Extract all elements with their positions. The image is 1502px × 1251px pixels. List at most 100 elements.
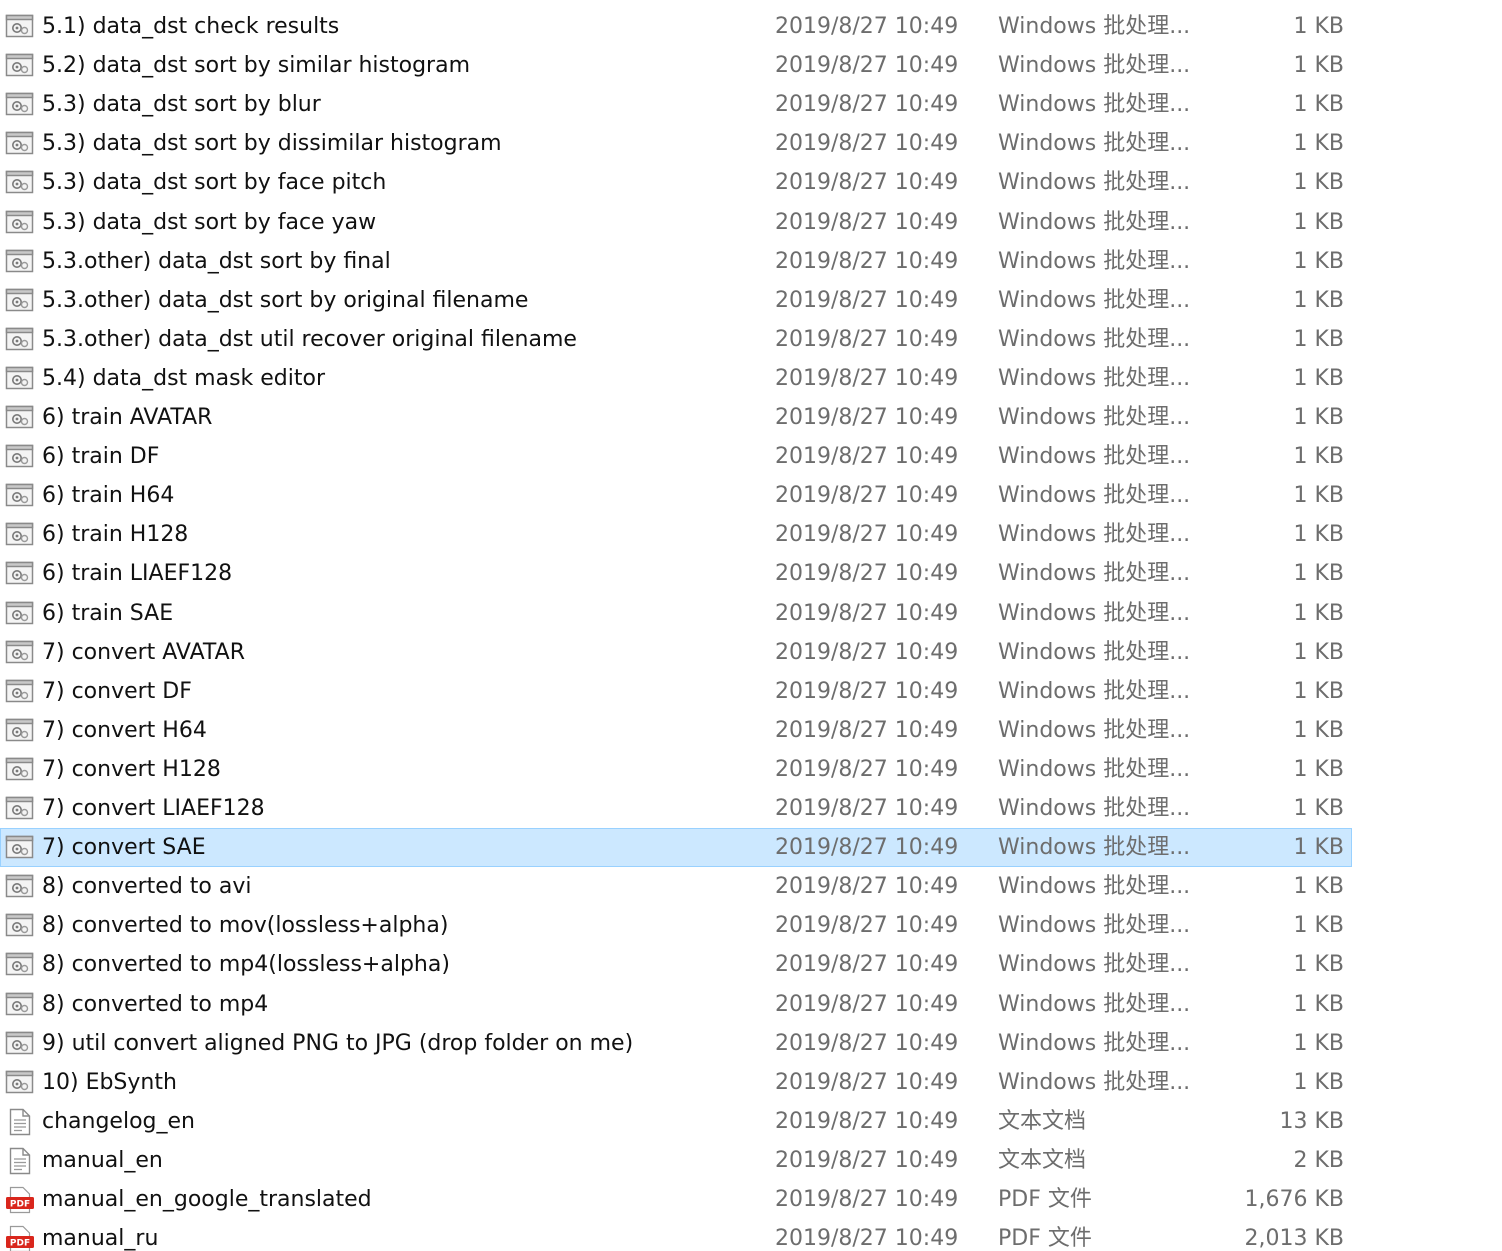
file-row[interactable]: 8) converted to mov(lossless+alpha) 2019/… xyxy=(0,906,1352,945)
file-name: 9) util convert aligned PNG to JPG (drop… xyxy=(42,1030,634,1056)
file-row[interactable]: 5.1) data_dst check results 2019/8/27 10:… xyxy=(0,7,1352,46)
file-row[interactable]: 5.3) data_dst sort by blur 2019/8/27 10:4… xyxy=(0,85,1352,124)
file-size: 1 KB xyxy=(1293,639,1344,665)
file-name: 8) converted to mp4 xyxy=(42,991,269,1017)
file-name: 5.4) data_dst mask editor xyxy=(42,365,326,391)
file-size: 1 KB xyxy=(1293,796,1344,821)
file-name: 5.3) data_dst sort by dissimilar histogr… xyxy=(42,131,502,157)
file-row[interactable]: manual_en 2019/8/27 10:49 文本文档 2 KB xyxy=(0,1141,1352,1180)
file-date-modified: 2019/8/27 10:49 xyxy=(775,1226,959,1251)
file-size: 1 KB xyxy=(1293,131,1344,157)
file-row[interactable]: 5.3.other) data_dst sort by final 2019/8/… xyxy=(0,242,1352,281)
file-name: 8) converted to mov(lossless+alpha) xyxy=(42,913,449,939)
file-size: 1 KB xyxy=(1293,600,1344,626)
batch-file-icon xyxy=(5,873,35,901)
file-date-modified: 2019/8/27 10:49 xyxy=(775,326,959,352)
file-date-modified: 2019/8/27 10:49 xyxy=(775,913,959,939)
file-row[interactable]: 8) converted to avi 2019/8/27 10:49 Window… xyxy=(0,867,1352,906)
file-row[interactable]: 6) train DF 2019/8/27 10:49 Windows 批处理...… xyxy=(0,437,1352,476)
file-row[interactable]: 5.3) data_dst sort by face pitch 2019/8/2… xyxy=(0,163,1352,202)
file-name: 5.3) data_dst sort by blur xyxy=(42,92,321,118)
file-date-modified: 2019/8/27 10:49 xyxy=(775,1108,959,1134)
file-type: Windows 批处理... xyxy=(998,678,1191,704)
file-size: 1 KB xyxy=(1293,561,1344,587)
file-type: Windows 批处理... xyxy=(998,717,1191,743)
file-name: 5.1) data_dst check results xyxy=(42,14,340,39)
file-type: Windows 批处理... xyxy=(998,1030,1191,1056)
batch-file-icon xyxy=(5,404,35,432)
file-row[interactable]: changelog_en 2019/8/27 10:49 文本文档 13 KB xyxy=(0,1102,1352,1141)
batch-file-icon xyxy=(5,52,35,80)
file-row[interactable]: 5.3) data_dst sort by face yaw 2019/8/27 … xyxy=(0,203,1352,242)
file-date-modified: 2019/8/27 10:49 xyxy=(775,874,959,900)
svg-text:PDF: PDF xyxy=(10,1200,30,1210)
file-row[interactable]: 6) train AVATAR 2019/8/27 10:49 Windows 批处… xyxy=(0,398,1352,437)
file-size: 1 KB xyxy=(1293,170,1344,196)
file-row[interactable]: 5.4) data_dst mask editor 2019/8/27 10:49… xyxy=(0,359,1352,398)
file-type: Windows 批处理... xyxy=(998,170,1191,196)
file-row[interactable]: 5.2) data_dst sort by similar histogram 2… xyxy=(0,46,1352,85)
file-date-modified: 2019/8/27 10:49 xyxy=(775,248,959,274)
file-size: 1 KB xyxy=(1293,678,1344,704)
file-row[interactable]: 7) convert SAE 2019/8/27 10:49 Windows 批处理… xyxy=(0,828,1352,868)
batch-file-icon xyxy=(5,951,35,979)
file-row[interactable]: 6) train SAE 2019/8/27 10:49 Windows 批处理..… xyxy=(0,594,1352,633)
file-type: Windows 批处理... xyxy=(998,756,1191,782)
file-size: 1 KB xyxy=(1293,522,1344,548)
file-date-modified: 2019/8/27 10:49 xyxy=(775,561,959,587)
file-name: 8) converted to avi xyxy=(42,874,252,900)
file-size: 1 KB xyxy=(1293,483,1344,509)
file-list: 5.1) data_dst check results 2019/8/27 10:… xyxy=(0,0,1502,1251)
svg-text:PDF: PDF xyxy=(10,1239,30,1249)
file-size: 1 KB xyxy=(1293,92,1344,118)
file-date-modified: 2019/8/27 10:49 xyxy=(775,483,959,509)
file-row[interactable]: 6) train LIAEF128 2019/8/27 10:49 Windows … xyxy=(0,554,1352,593)
file-size: 1 KB xyxy=(1293,248,1344,274)
batch-file-icon xyxy=(5,560,35,588)
file-row[interactable]: 5.3) data_dst sort by dissimilar histogr… xyxy=(0,124,1352,163)
batch-file-icon xyxy=(5,1030,35,1058)
file-row[interactable]: PDF manual_en_google_translated 2019/8/27 … xyxy=(0,1180,1352,1219)
file-row[interactable]: 5.3.other) data_dst util recover origina… xyxy=(0,320,1352,359)
file-name: 6) train SAE xyxy=(42,600,174,626)
file-row[interactable]: 5.3.other) data_dst sort by original fil… xyxy=(0,281,1352,320)
file-type: Windows 批处理... xyxy=(998,248,1191,274)
file-type: Windows 批处理... xyxy=(998,1069,1191,1095)
file-type: Windows 批处理... xyxy=(998,913,1191,939)
file-size: 1 KB xyxy=(1293,326,1344,352)
file-name: 5.3.other) data_dst sort by original fil… xyxy=(42,287,529,313)
file-row[interactable]: 9) util convert aligned PNG to JPG (drop… xyxy=(0,1024,1352,1063)
file-name: 7) convert DF xyxy=(42,678,192,704)
file-date-modified: 2019/8/27 10:49 xyxy=(775,365,959,391)
file-date-modified: 2019/8/27 10:49 xyxy=(775,796,959,821)
file-date-modified: 2019/8/27 10:49 xyxy=(775,835,959,861)
file-row[interactable]: 7) convert AVATAR 2019/8/27 10:49 Windows … xyxy=(0,633,1352,672)
file-row[interactable]: 7) convert H128 2019/8/27 10:49 Windows 批处… xyxy=(0,750,1352,789)
file-size: 1 KB xyxy=(1293,1030,1344,1056)
file-date-modified: 2019/8/27 10:49 xyxy=(775,1187,959,1212)
file-row[interactable]: 8) converted to mp4(lossless+alpha) 2019/… xyxy=(0,945,1352,984)
file-date-modified: 2019/8/27 10:49 xyxy=(775,92,959,118)
file-row[interactable]: 7) convert DF 2019/8/27 10:49 Windows 批处理.… xyxy=(0,672,1352,711)
file-row[interactable]: 6) train H64 2019/8/27 10:49 Windows 批处理..… xyxy=(0,476,1352,515)
file-name: 7) convert SAE xyxy=(42,835,206,861)
file-name: 7) convert H64 xyxy=(42,717,207,743)
file-size: 1 KB xyxy=(1293,835,1344,861)
file-row[interactable]: 10) EbSynth 2019/8/27 10:49 Windows 批处理...… xyxy=(0,1063,1352,1102)
file-date-modified: 2019/8/27 10:49 xyxy=(775,991,959,1017)
file-row[interactable]: 8) converted to mp4 2019/8/27 10:49 Window… xyxy=(0,985,1352,1024)
file-type: Windows 批处理... xyxy=(998,561,1191,587)
file-size: 1 KB xyxy=(1293,874,1344,900)
file-size: 1,676 KB xyxy=(1244,1187,1345,1212)
file-row[interactable]: 6) train H128 2019/8/27 10:49 Windows 批处理.… xyxy=(0,515,1352,554)
batch-file-icon xyxy=(5,1069,35,1097)
batch-file-icon xyxy=(5,756,35,784)
file-row[interactable]: 7) convert H64 2019/8/27 10:49 Windows 批处理… xyxy=(0,711,1352,750)
file-row[interactable]: 7) convert LIAEF128 2019/8/27 10:49 Window… xyxy=(0,789,1352,828)
file-name: 6) train DF xyxy=(42,444,160,470)
file-row[interactable]: PDF manual_ru 2019/8/27 10:49 PDF 文件 2,013 K… xyxy=(0,1219,1352,1251)
file-type: PDF 文件 xyxy=(998,1187,1092,1212)
file-type: Windows 批处理... xyxy=(998,991,1191,1017)
file-name: manual_en xyxy=(42,1147,163,1173)
file-name: 6) train AVATAR xyxy=(42,405,213,430)
